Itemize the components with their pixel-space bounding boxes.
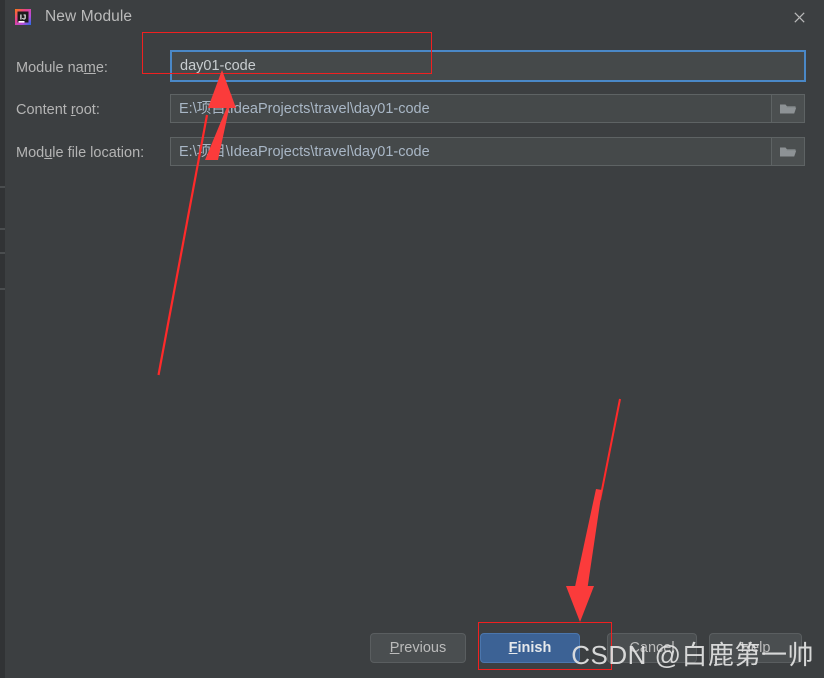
folder-icon [780,104,797,113]
help-button-label: Help [740,640,771,656]
previous-button-label: Previous [389,640,447,656]
content-root-label: Content root: [16,102,100,118]
folder-icon [780,147,797,156]
dialog-title: New Module [45,8,133,25]
finish-button-label: Finish [508,640,552,656]
intellij-idea-icon: IJ [13,7,33,27]
module-file-location-browse-button[interactable] [771,137,805,166]
new-module-dialog: IJ New Module Module name: day01-code Co… [0,0,824,678]
finish-button[interactable]: Finish [480,633,580,663]
module-file-location-label: Module file location: [16,145,145,161]
dialog-titlebar: IJ New Module [5,0,824,33]
arrow-pointing-to-finish [566,398,621,622]
content-root-input[interactable]: E:\项目\IdeaProjects\travel\day01-code [170,94,772,123]
previous-button[interactable]: Previous [370,633,466,663]
cancel-button[interactable]: Cancel [607,633,697,663]
close-icon[interactable] [784,3,814,31]
cancel-button-label: Cancel [629,640,675,656]
module-name-input[interactable]: day01-code [169,49,807,83]
content-root-browse-button[interactable] [771,94,805,123]
svg-text:IJ: IJ [20,13,26,22]
module-name-label: Module name: [16,60,108,76]
help-button[interactable]: Help [709,633,802,663]
module-file-location-input[interactable]: E:\项目\IdeaProjects\travel\day01-code [170,137,772,166]
